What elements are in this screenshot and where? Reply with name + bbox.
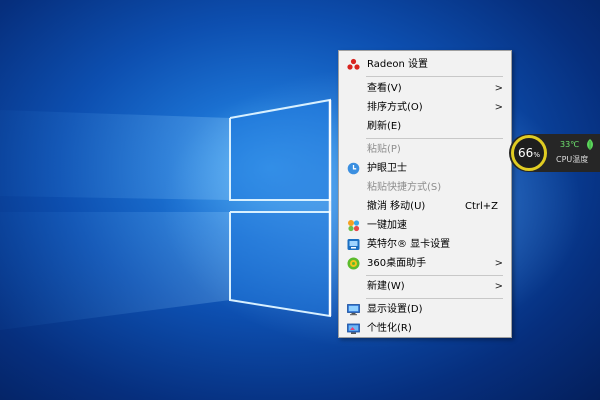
menu-item-label: 英特尔® 显卡设置 xyxy=(367,239,451,250)
menu-item-paste[interactable]: 粘贴(P) xyxy=(340,140,510,159)
menu-item-label: 撤消 移动(U) xyxy=(367,201,426,212)
menu-item-new[interactable]: 新建(W) > xyxy=(340,277,510,296)
menu-separator xyxy=(366,138,503,139)
menu-item-shortcut: Ctrl+Z xyxy=(464,201,498,212)
submenu-arrow-icon: > xyxy=(494,258,503,269)
360-assistant-icon xyxy=(347,257,360,270)
leaf-icon xyxy=(587,139,593,150)
personalize-icon xyxy=(347,323,360,334)
menu-item-personalize[interactable]: 个性化(R) xyxy=(340,319,510,338)
menu-item-undo-move[interactable]: 撤消 移动(U) Ctrl+Z xyxy=(340,197,510,216)
menu-item-label: 一键加速 xyxy=(367,220,407,231)
cpu-usage-ring: 66% xyxy=(511,135,547,171)
cpu-temperature-widget[interactable]: 66% 33℃ CPU温度 xyxy=(509,134,600,172)
menu-item-label: 护眼卫士 xyxy=(367,163,407,174)
menu-item-label: 查看(V) xyxy=(367,83,402,94)
menu-item-label: 360桌面助手 xyxy=(367,258,427,269)
menu-item-display-settings[interactable]: 显示设置(D) xyxy=(340,300,510,319)
menu-item-refresh[interactable]: 刷新(E) xyxy=(340,117,510,136)
cpu-temperature-label: CPU温度 xyxy=(556,155,589,164)
cpu-usage-value: 66% xyxy=(518,146,540,160)
menu-separator xyxy=(366,275,503,276)
menu-item-label: 排序方式(O) xyxy=(367,102,423,113)
eye-care-clock-icon xyxy=(347,162,360,175)
submenu-arrow-icon: > xyxy=(494,83,503,94)
desktop-context-menu: Radeon 设置 查看(V) > 排序方式(O) > 刷新(E) 粘贴(P) … xyxy=(338,50,512,338)
speedup-ball-icon xyxy=(348,220,360,232)
menu-item-label: Radeon 设置 xyxy=(367,59,428,70)
radeon-icon xyxy=(347,58,360,70)
menu-item-radeon-settings[interactable]: Radeon 设置 xyxy=(340,55,510,74)
menu-item-label: 粘贴快捷方式(S) xyxy=(367,182,442,193)
menu-item-360-desktop-assistant[interactable]: 360桌面助手 > xyxy=(340,254,510,273)
menu-item-sort-by[interactable]: 排序方式(O) > xyxy=(340,98,510,117)
menu-item-view[interactable]: 查看(V) > xyxy=(340,79,510,98)
cpu-temperature-value: 33℃ xyxy=(560,140,580,149)
menu-item-intel-graphics[interactable]: 英特尔® 显卡设置 xyxy=(340,235,510,254)
menu-item-label: 个性化(R) xyxy=(367,323,412,334)
menu-item-paste-shortcut[interactable]: 粘贴快捷方式(S) xyxy=(340,178,510,197)
menu-item-label: 粘贴(P) xyxy=(367,144,401,155)
menu-item-label: 刷新(E) xyxy=(367,121,402,132)
menu-item-label: 新建(W) xyxy=(367,281,405,292)
menu-separator xyxy=(366,298,503,299)
submenu-arrow-icon: > xyxy=(494,102,503,113)
menu-item-eye-care[interactable]: 护眼卫士 xyxy=(340,159,510,178)
menu-item-label: 显示设置(D) xyxy=(367,304,423,315)
submenu-arrow-icon: > xyxy=(494,281,503,292)
menu-item-one-click-speedup[interactable]: 一键加速 xyxy=(340,216,510,235)
display-monitor-icon xyxy=(347,304,360,316)
intel-graphics-icon xyxy=(347,239,360,250)
menu-separator xyxy=(366,76,503,77)
